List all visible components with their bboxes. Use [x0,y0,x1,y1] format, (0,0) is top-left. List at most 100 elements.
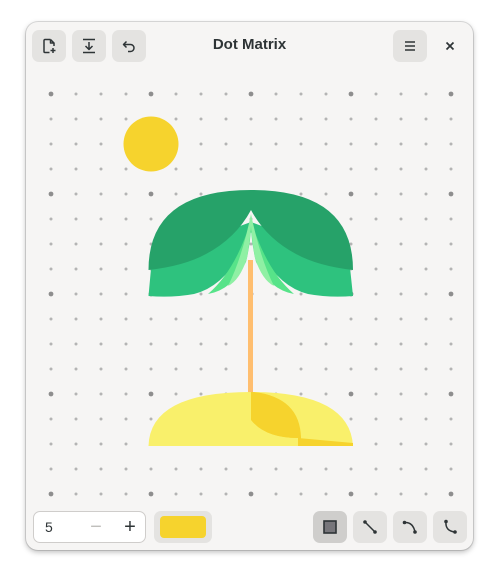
grid-dot [99,417,103,421]
grid-dot [349,142,353,146]
grid-dot [249,467,253,471]
grid-dot [349,317,353,321]
grid-dot [449,217,453,221]
tool-line[interactable] [353,511,387,543]
grid-dot [399,142,403,146]
curve-icon [402,520,417,534]
close-button[interactable] [433,30,467,62]
grid-dot-major [148,191,154,197]
grid-dot [199,492,203,496]
grid-dot [124,392,128,396]
sand-mound[interactable] [148,392,354,446]
grid-dot [224,467,228,471]
grid-dot [324,192,328,196]
grid-dot [349,417,353,421]
grid-dot [299,292,303,296]
grid-dot [449,117,453,121]
increment-button[interactable]: + [114,512,146,542]
grid-dot [124,342,128,346]
grid-dot [149,367,153,371]
grid-dot [374,392,378,396]
grid-dot-major [148,91,154,97]
grid-dot [449,367,453,371]
grid-dot [224,167,228,171]
grid-dot [74,217,78,221]
grid-dot [399,367,403,371]
grid-dot [399,417,403,421]
grid-dot [99,367,103,371]
grid-dot [349,467,353,471]
tool-curve[interactable] [393,511,427,543]
tool-rectangle[interactable] [313,511,347,543]
main-menu-button[interactable] [393,30,427,62]
grid-dot [299,317,303,321]
palm-trunk[interactable] [248,260,253,400]
grid-dot [424,417,428,421]
app-window: Dot Matrix 5 − + [26,22,473,550]
grid-dot [274,292,278,296]
grid-dot [174,317,178,321]
grid-dot [99,142,103,146]
grid-dot [274,167,278,171]
grid-dot [324,467,328,471]
decrement-button[interactable]: − [80,512,112,542]
grid-dot [74,117,78,121]
grid-dot [424,167,428,171]
grid-dot [449,442,453,446]
grid-dot [374,167,378,171]
grid-dot [74,367,78,371]
grid-dot [424,142,428,146]
grid-dot [124,267,128,271]
grid-dot [49,342,53,346]
grid-dot [374,92,378,96]
grid-dot [399,92,403,96]
grid-dot [99,117,103,121]
color-picker-button[interactable] [154,511,212,543]
grid-dot [124,117,128,121]
grid-dot [74,142,78,146]
grid-dot-major [148,491,154,497]
grid-dot [99,492,103,496]
export-button[interactable] [72,30,106,62]
new-file-button[interactable] [32,30,66,62]
grid-dot [374,192,378,196]
grid-dot [374,367,378,371]
grid-dot [274,467,278,471]
sun-shape[interactable] [123,116,179,172]
grid-dot [74,492,78,496]
grid-dot [399,317,403,321]
grid-dot [349,342,353,346]
grid-dot [74,92,78,96]
s-curve-icon [444,519,457,534]
tool-s-curve[interactable] [433,511,467,543]
grid-dot [99,242,103,246]
grid-dot [124,367,128,371]
grid-dot [349,217,353,221]
grid-dot [249,117,253,121]
grid-dot [424,392,428,396]
drawing-canvas[interactable] [26,70,473,502]
grid-dot [374,417,378,421]
grid-dot-major [448,291,454,297]
grid-dot [424,292,428,296]
grid-dot [49,467,53,471]
download-icon [83,38,95,54]
grid-dot [249,167,253,171]
grid-dot [49,367,53,371]
grid-dot [324,392,328,396]
grid-dot [324,142,328,146]
rectangle-icon [323,520,337,534]
brush-size-value[interactable]: 5 [45,519,53,535]
grid-dot [124,317,128,321]
new-file-icon [43,38,56,54]
undo-button[interactable] [112,30,146,62]
grid-dot [224,292,228,296]
grid-dot [424,267,428,271]
grid-dot [424,192,428,196]
grid-dot [124,442,128,446]
grid-dot [199,467,203,471]
grid-dot [324,367,328,371]
grid-dot [399,392,403,396]
grid-dot [399,467,403,471]
grid-dot [124,292,128,296]
